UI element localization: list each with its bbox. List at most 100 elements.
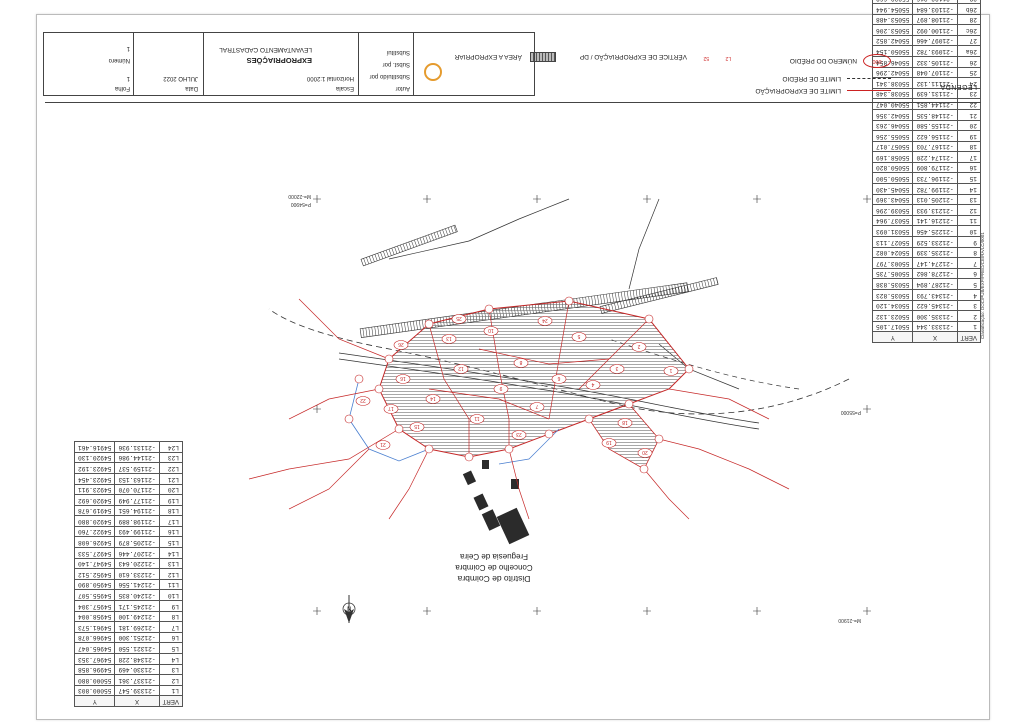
table-cell: 4: [957, 289, 981, 301]
table-cell: 55005.735: [872, 268, 913, 279]
table-cell: 54926.608: [74, 537, 115, 548]
table-cell: -21330.469: [114, 664, 160, 675]
table-row: 3 -21345.622 55034.120: [872, 300, 981, 311]
table-header-cell: Y: [872, 331, 913, 343]
table-cell: L5: [159, 642, 183, 654]
table-cell: 8: [957, 247, 981, 258]
svg-text:12: 12: [458, 365, 464, 371]
table-row: 6 -21278.862 55005.735: [872, 268, 981, 279]
table-row: L10 -21240.835 54955.507: [74, 589, 183, 601]
legend-limit-predio: LIMITE DE PRÉDIO: [782, 75, 841, 82]
folha-label: Folha: [114, 85, 130, 91]
table-cell: -21131.936: [114, 441, 160, 453]
parcel-number-12: 12: [453, 364, 469, 374]
parcel-number-17: 17: [383, 404, 399, 414]
table-cell: -21205.013: [912, 194, 958, 205]
parcel-number-5: 5: [571, 332, 587, 342]
table-cell: 9: [957, 236, 981, 248]
table-cell: 55045.430: [872, 183, 913, 195]
table-cell: 54919.678: [74, 505, 115, 516]
parcel-number-20: 20: [637, 448, 653, 458]
table-cell: L15: [159, 537, 183, 548]
district-line1: Distrito de Coimbra: [457, 574, 531, 584]
table-cell: 55037.964: [872, 215, 913, 226]
table-cell: -21339.547: [114, 685, 160, 696]
table-row: 4 -21343.793 55035.823: [872, 289, 981, 301]
data-value: JULHO 2022: [163, 75, 198, 81]
table-cell: 54958.004: [74, 611, 115, 622]
table-cell: -21235.339: [912, 247, 958, 258]
svg-text:19: 19: [606, 439, 612, 445]
svg-text:18: 18: [622, 419, 628, 425]
table-cell: L17: [159, 515, 183, 527]
table-header-cell: VERT: [159, 695, 183, 707]
table-cell: 55000.803: [74, 685, 115, 696]
table-row: L3 -21330.469 54996.858: [74, 664, 183, 675]
railway-band: [360, 224, 458, 267]
table-cell: 15: [957, 173, 981, 184]
table-cell: L7: [159, 621, 183, 633]
table-cell: -21274.147: [912, 257, 958, 269]
table-cell: -21278.862: [912, 268, 958, 279]
dashed-line-symbol: [847, 78, 891, 79]
parcel-number-7: 7: [529, 402, 545, 412]
vertex-table-main: VERT X Y L1 -21339.547 55000.803 L2 -21337.361 5…: [74, 441, 183, 707]
table-row: L21 -21163.153 54923.454: [74, 473, 183, 485]
parcel-number-26: 26: [393, 340, 409, 350]
table-cell: L3: [159, 664, 183, 675]
district-line2: Concelho de Coimbra: [455, 563, 533, 572]
table-cell: -21287.894: [912, 278, 958, 290]
table-cell: 54916.461: [74, 441, 115, 453]
table-cell: 55050.500: [872, 173, 913, 184]
table-row: L4 -21348.228 54967.353: [74, 653, 183, 665]
vertex-symbol-2: 52: [703, 55, 709, 61]
road-line: [628, 198, 660, 290]
svg-text:14: 14: [430, 395, 436, 401]
table-cell: 54923.192: [74, 462, 115, 474]
table-cell: -21321.550: [114, 642, 160, 654]
table-row: 11 -21216.141 55037.964: [872, 215, 981, 226]
table-cell: 54923.911: [74, 484, 115, 495]
table-cell: 14: [957, 183, 981, 195]
subst-label: Substituído por: [369, 73, 410, 79]
table-cell: L16: [159, 526, 183, 537]
table-cell: L23: [159, 452, 183, 463]
legend-numero-predio: NÚMERO DO PRÉDIO: [789, 57, 857, 65]
svg-text:22: 22: [360, 397, 366, 403]
table-row: L7 -21269.181 54961.573: [74, 621, 183, 633]
legend-limit-exprop: LIMITE DE EXPROPRIAÇÃO: [755, 87, 841, 94]
table-cell: 55034.120: [872, 300, 913, 311]
table-cell: -21196.733: [912, 173, 958, 184]
table-cell: 55039.296: [872, 204, 913, 216]
table-cell: -21337.361: [114, 674, 160, 686]
svg-text:15: 15: [414, 423, 420, 429]
svg-text:6: 6: [557, 375, 560, 381]
district-caption: Distrito de Coimbra Concelho de Coimbra …: [439, 551, 549, 584]
table-cell: 3: [957, 300, 981, 311]
table-row: 18 -21167.703 55057.017: [872, 141, 981, 152]
table-cell: 55054.944: [872, 3, 913, 15]
table-cell: 55035.823: [872, 289, 913, 301]
table-row: 9 -21233.529 55027.113: [872, 236, 981, 248]
table-cell: -21207.446: [114, 547, 160, 559]
table-cell: L19: [159, 494, 183, 506]
side-stamp: Classificação: DOC/PUB/EXP/PRED/CEIRA/LC…: [980, 232, 985, 339]
legend: LEGENDA LIMITE DE EXPROPRIAÇÃO LIMITE DE…: [681, 34, 981, 96]
data-label: Data: [185, 85, 198, 91]
parcel-number-1: 1: [663, 366, 679, 376]
table-cell: 2: [957, 310, 981, 322]
table-row: L16 -21199.493 54922.760: [74, 526, 183, 537]
legend-row-exprop: LIMITE DE EXPROPRIAÇÃO: [755, 87, 891, 94]
table-row: L23 -21144.986 54920.130: [74, 452, 183, 463]
table-cell: 54967.353: [74, 653, 115, 665]
table-cell: L18: [159, 505, 183, 516]
parcel-number-23: 23: [511, 430, 527, 440]
table-row: 21 -21148.535 55042.356: [872, 109, 981, 121]
title-legend-band: LEGENDA LIMITE DE EXPROPRIAÇÃO LIMITE DE…: [43, 28, 981, 103]
table-cell: -21348.228: [114, 653, 160, 665]
table-row: L20 -21170.070 54923.911: [74, 484, 183, 495]
svg-text:1: 1: [669, 367, 672, 373]
table-cell: 55042.356: [872, 109, 913, 121]
svg-text:17: 17: [388, 405, 394, 411]
table-cell: L10: [159, 589, 183, 601]
